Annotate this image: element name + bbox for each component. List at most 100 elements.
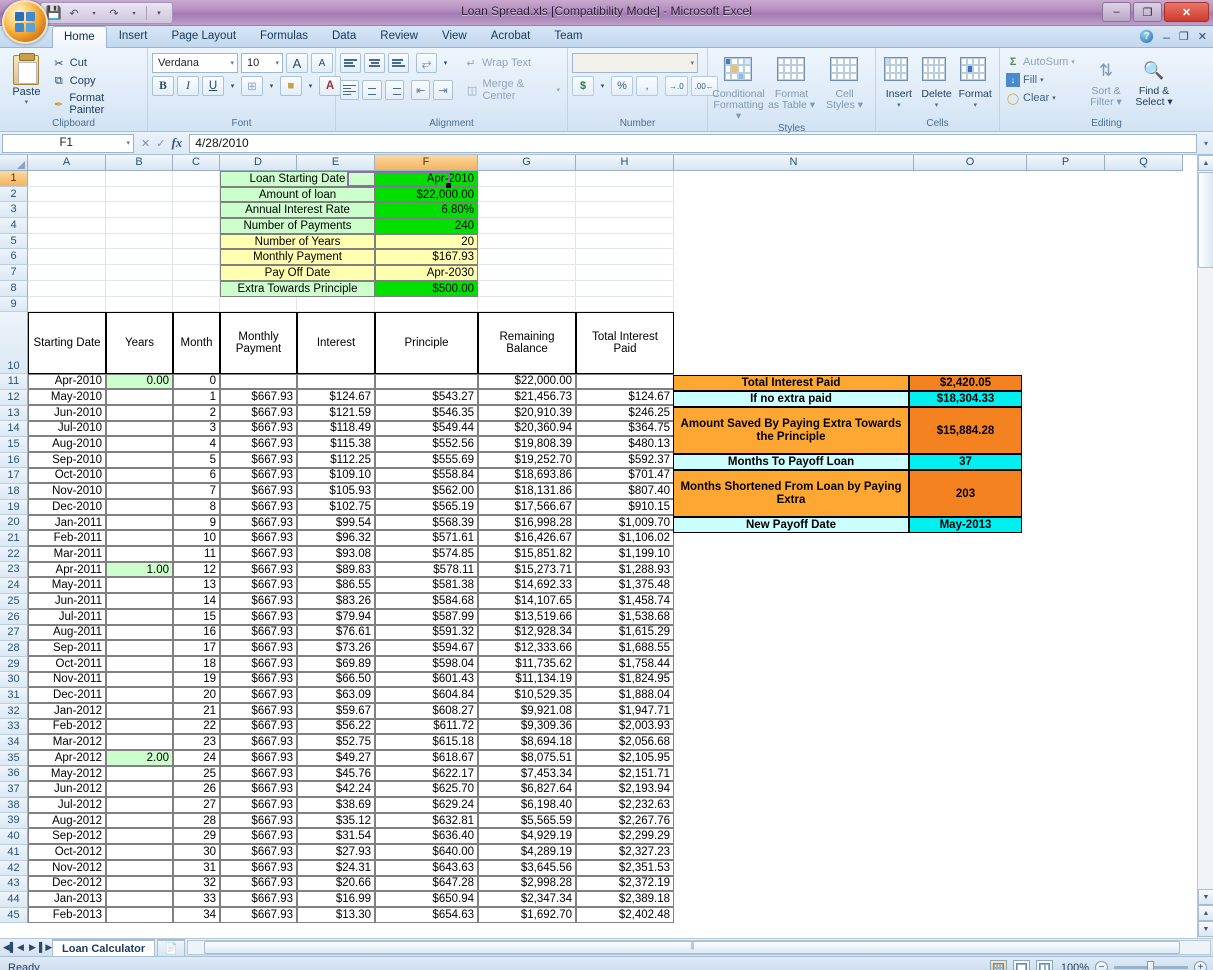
font-size-caret-icon[interactable]: ▾: [275, 59, 279, 67]
cell-G4[interactable]: [478, 218, 576, 234]
table-cell-payment[interactable]: $667.93: [220, 891, 297, 907]
table-cell-principle[interactable]: $552.56: [375, 436, 478, 452]
row-header-31[interactable]: 31: [0, 688, 28, 704]
borders-button[interactable]: ⊞: [241, 76, 263, 96]
table-cell-years[interactable]: [106, 844, 173, 860]
table-cell-date[interactable]: Dec-2010: [28, 499, 106, 515]
table-cell-date[interactable]: Dec-2011: [28, 687, 106, 703]
table-cell-payment[interactable]: $667.93: [220, 577, 297, 593]
column-header-C[interactable]: C: [173, 155, 220, 171]
table-cell-principle[interactable]: $650.94: [375, 891, 478, 907]
status-bar-right[interactable]: 100% − +: [990, 960, 1207, 970]
row-header-11[interactable]: 11: [0, 374, 28, 390]
table-cell-years[interactable]: [106, 405, 173, 421]
tab-data[interactable]: Data: [320, 25, 368, 47]
cell-B1[interactable]: [106, 171, 173, 187]
horizontal-scroll-thumb[interactable]: [204, 941, 1180, 954]
table-cell-total_interest[interactable]: $2,267.76: [576, 813, 674, 829]
table-cell-date[interactable]: Jun-2012: [28, 781, 106, 797]
input-value-cell[interactable]: 20: [375, 234, 478, 250]
table-cell-interest[interactable]: $59.67: [297, 703, 375, 719]
page-layout-view-button[interactable]: [1013, 960, 1030, 970]
cell-G1[interactable]: [478, 171, 576, 187]
table-cell-month[interactable]: 19: [173, 672, 220, 688]
table-cell-date[interactable]: Jul-2012: [28, 797, 106, 813]
table-header-cell[interactable]: Principle: [375, 312, 478, 374]
cell-A4[interactable]: [28, 218, 106, 234]
row-header-39[interactable]: 39: [0, 813, 28, 829]
table-cell-principle[interactable]: $601.43: [375, 672, 478, 688]
table-cell-month[interactable]: 1: [173, 389, 220, 405]
table-cell-balance[interactable]: $19,808.39: [478, 436, 576, 452]
delete-cells-caret-icon[interactable]: ▾: [935, 100, 939, 111]
table-cell-payment[interactable]: $667.93: [220, 452, 297, 468]
table-header-cell[interactable]: Starting Date: [28, 312, 106, 374]
table-cell-total_interest[interactable]: $807.40: [576, 483, 674, 499]
table-cell-total_interest[interactable]: $1,538.68: [576, 609, 674, 625]
row-header-13[interactable]: 13: [0, 406, 28, 422]
row-header-12[interactable]: 12: [0, 390, 28, 406]
table-cell-payment[interactable]: $667.93: [220, 499, 297, 515]
row-header-21[interactable]: 21: [0, 531, 28, 547]
table-cell-total_interest[interactable]: $1,888.04: [576, 687, 674, 703]
format-cells-caret-icon[interactable]: ▾: [973, 100, 977, 111]
table-cell-balance[interactable]: $14,692.33: [478, 577, 576, 593]
table-cell-interest[interactable]: $124.67: [297, 389, 375, 405]
table-cell-total_interest[interactable]: $1,758.44: [576, 656, 674, 672]
paste-button[interactable]: Paste ▾: [4, 53, 49, 106]
column-header-A[interactable]: A: [28, 155, 106, 171]
table-cell-payment[interactable]: $667.93: [220, 483, 297, 499]
column-header-E[interactable]: E: [297, 155, 375, 171]
sheet-navigation-buttons[interactable]: ◀▌ ◀ ▶ ▌▶: [0, 942, 50, 953]
row-header-45[interactable]: 45: [0, 908, 28, 924]
table-cell-month[interactable]: 9: [173, 515, 220, 531]
table-cell-principle[interactable]: $640.00: [375, 844, 478, 860]
table-cell-total_interest[interactable]: $2,105.95: [576, 750, 674, 766]
table-cell-interest[interactable]: $31.54: [297, 828, 375, 844]
table-header-cell[interactable]: Total Interest Paid: [576, 312, 674, 374]
sort-filter-button[interactable]: ⇅ Sort & Filter ▾: [1082, 54, 1130, 108]
name-box-caret-icon[interactable]: ▾: [126, 139, 130, 147]
table-cell-interest[interactable]: $27.93: [297, 844, 375, 860]
cell-C1[interactable]: [173, 171, 220, 187]
table-cell-balance[interactable]: $8,694.18: [478, 734, 576, 750]
table-cell-principle[interactable]: $571.61: [375, 530, 478, 546]
cell-A3[interactable]: [28, 202, 106, 218]
row-header-37[interactable]: 37: [0, 782, 28, 798]
table-cell-month[interactable]: 15: [173, 609, 220, 625]
cell-C6[interactable]: [173, 249, 220, 265]
align-bottom-button[interactable]: [388, 53, 409, 73]
table-cell-total_interest[interactable]: $1,947.71: [576, 703, 674, 719]
first-sheet-icon[interactable]: ◀▌: [3, 942, 14, 953]
table-cell-interest[interactable]: $102.75: [297, 499, 375, 515]
table-cell-date[interactable]: Jan-2013: [28, 891, 106, 907]
table-cell-total_interest[interactable]: $2,056.68: [576, 734, 674, 750]
align-left-button[interactable]: [340, 80, 359, 100]
row-header-38[interactable]: 38: [0, 798, 28, 814]
table-cell-date[interactable]: Sep-2010: [28, 452, 106, 468]
column-header-P[interactable]: P: [1027, 155, 1105, 171]
table-cell-years[interactable]: [106, 891, 173, 907]
table-cell-balance[interactable]: $4,289.19: [478, 844, 576, 860]
table-cell-interest[interactable]: $24.31: [297, 860, 375, 876]
row-header-26[interactable]: 26: [0, 610, 28, 626]
table-cell-month[interactable]: 33: [173, 891, 220, 907]
align-top-button[interactable]: [340, 53, 361, 73]
table-cell-payment[interactable]: $667.93: [220, 405, 297, 421]
table-cell-month[interactable]: 6: [173, 468, 220, 484]
tab-review[interactable]: Review: [368, 25, 430, 47]
table-cell-years[interactable]: [106, 687, 173, 703]
table-cell-principle[interactable]: $636.40: [375, 828, 478, 844]
table-cell-total_interest[interactable]: $2,402.48: [576, 907, 674, 923]
table-cell-interest[interactable]: $52.75: [297, 734, 375, 750]
table-cell-total_interest[interactable]: $1,615.29: [576, 625, 674, 641]
table-cell-years[interactable]: 1.00: [106, 562, 173, 578]
input-value-cell[interactable]: Apr-2030: [375, 265, 478, 281]
help-icon[interactable]: ?: [1139, 29, 1154, 44]
align-middle-button[interactable]: [364, 53, 385, 73]
table-cell-balance[interactable]: $11,134.19: [478, 672, 576, 688]
table-cell-payment[interactable]: $667.93: [220, 468, 297, 484]
table-cell-principle[interactable]: $555.69: [375, 452, 478, 468]
column-header-G[interactable]: G: [478, 155, 576, 171]
table-cell-payment[interactable]: $667.93: [220, 734, 297, 750]
